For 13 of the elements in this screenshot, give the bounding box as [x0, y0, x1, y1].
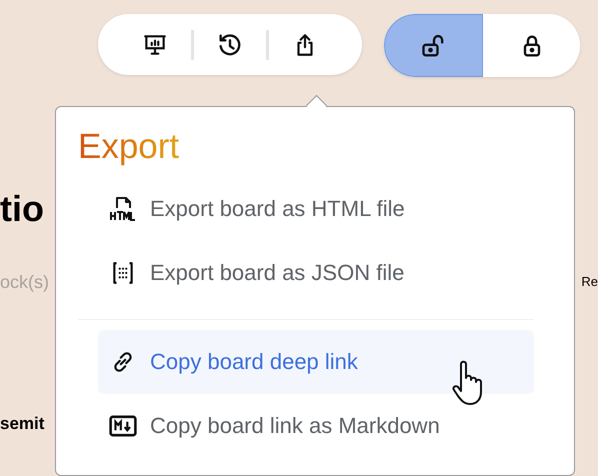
unlocked-toggle[interactable] [384, 14, 483, 77]
locked-toggle[interactable] [483, 14, 580, 77]
background-text: Re [581, 274, 598, 289]
background-text: semit [0, 414, 44, 434]
menu-item[interactable]: Export board as HTML file [98, 177, 534, 241]
html-file-icon [108, 194, 138, 224]
menu-item[interactable]: Export board as JSON file [98, 241, 534, 305]
background-text: ock(s) [0, 272, 49, 293]
menu-item[interactable]: Copy board link as Markdown [98, 394, 534, 458]
braces-grid-icon [110, 260, 136, 286]
menu-item[interactable]: Copy board deep link [98, 330, 534, 394]
background-text: tio [0, 188, 44, 230]
markdown-icon [109, 413, 137, 439]
